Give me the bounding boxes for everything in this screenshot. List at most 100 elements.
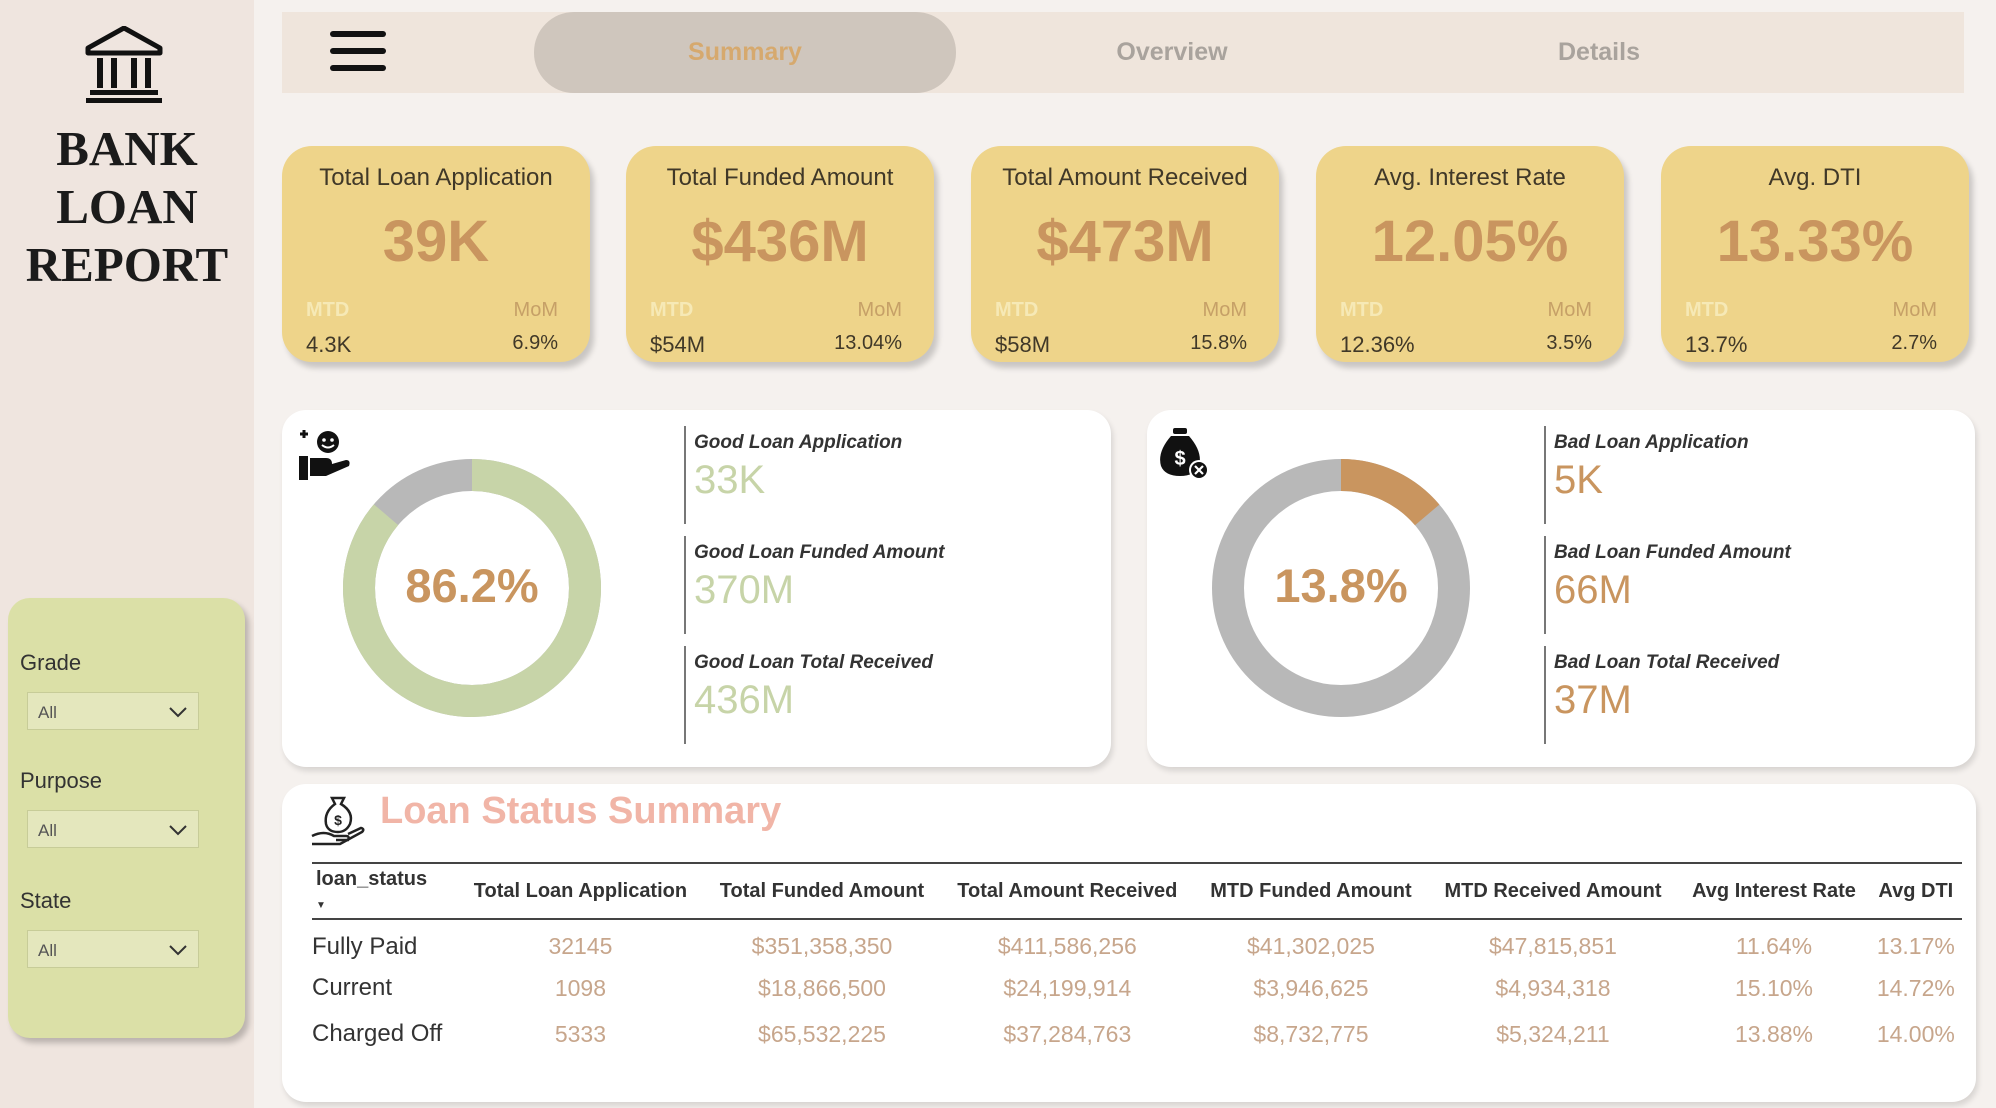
good-loan-received-metric: Good Loan Total Received 436M — [684, 646, 933, 744]
chevron-down-icon — [169, 707, 187, 718]
metric-value: 33K — [694, 458, 766, 502]
chevron-down-icon — [169, 825, 187, 836]
kpi-mtd-label: MTD — [1340, 299, 1384, 321]
kpi-mtd-label: MTD — [650, 299, 694, 321]
kpi-mom-label: MoM — [1547, 299, 1592, 321]
state-filter-select[interactable]: All — [27, 930, 199, 968]
kpi-title: Total Amount Received — [1002, 164, 1248, 191]
kpi-card-total-amount-received: Total Amount Received $473M MTD MoM $58M… — [971, 146, 1279, 362]
money-hand-icon: $ — [311, 796, 365, 846]
column-header[interactable]: MTD Funded Amount — [1194, 862, 1428, 920]
kpi-mtd-label: MTD — [995, 299, 1039, 321]
metric-label: Good Loan Total Received — [694, 652, 933, 673]
column-header[interactable]: Total Funded Amount — [703, 862, 941, 920]
kpi-mom-value: 6.9% — [512, 332, 558, 354]
title-line: BANK — [56, 121, 198, 176]
column-header-loan-status[interactable]: loan_status ▼ — [312, 862, 458, 920]
table-cell: $8,732,775 — [1253, 1020, 1369, 1047]
kpi-mtd-value: 4.3K — [306, 332, 352, 357]
kpi-card-avg-dti: Avg. DTI 13.33% MTD MoM 13.7% 2.7% — [1661, 146, 1969, 362]
loan-status-table: loan_status ▼ Total Loan Application Tota… — [312, 862, 1962, 1057]
top-navigation: Summary Overview Details — [282, 12, 1964, 93]
kpi-title: Avg. Interest Rate — [1374, 164, 1566, 191]
loan-status-summary-panel: $ Loan Status Summary loan_status ▼ Total… — [282, 784, 1976, 1102]
kpi-mom-label: MoM — [857, 299, 902, 321]
table-cell: Current — [312, 974, 393, 1001]
metric-label: Good Loan Funded Amount — [694, 542, 945, 563]
purpose-filter-label: Purpose — [20, 768, 102, 793]
table-cell: Charged Off — [312, 1020, 443, 1047]
column-header[interactable]: Total Loan Application — [457, 862, 704, 920]
bad-loan-percent: 13.8% — [1274, 559, 1408, 612]
metric-value: 370M — [694, 568, 795, 612]
table-cell: $18,866,500 — [758, 974, 886, 1001]
kpi-mtd-label: MTD — [1685, 299, 1729, 321]
bad-loan-panel: $ 13.8% Bad Loan Application 5K Bad Loan… — [1147, 410, 1975, 767]
title-line: REPORT — [25, 237, 229, 292]
tab-overview[interactable]: Overview — [961, 12, 1383, 93]
table-cell: $3,946,625 — [1253, 974, 1369, 1001]
bad-loan-money-bag-icon: $ — [1160, 428, 1209, 480]
table-cell: 1098 — [554, 974, 607, 1001]
table-cell: 5333 — [554, 1020, 607, 1047]
table-cell: 32145 — [548, 933, 613, 959]
bad-loan-funded-metric: Bad Loan Funded Amount 66M — [1544, 536, 1791, 634]
report-title: BANK LOAN REPORT — [0, 120, 254, 294]
grade-filter-label: Grade — [20, 650, 82, 675]
table-cell: $24,199,914 — [1003, 974, 1132, 1001]
table-cell: $5,324,211 — [1496, 1020, 1610, 1047]
metric-label: Good Loan Application — [694, 432, 903, 453]
tab-summary[interactable]: Summary — [534, 12, 956, 93]
filter-panel: Grade All Purpose All State All — [8, 598, 245, 1038]
kpi-card-total-loan-application: Total Loan Application 39K MTD MoM 4.3K … — [282, 146, 590, 362]
sort-desc-icon: ▼ — [316, 900, 326, 911]
purpose-filter-value: All — [38, 821, 57, 840]
metric-label: Bad Loan Application — [1554, 432, 1749, 453]
metric-label: Bad Loan Funded Amount — [1554, 542, 1791, 563]
grade-filter-select[interactable]: All — [27, 692, 199, 730]
kpi-mom-label: MoM — [513, 299, 558, 321]
table-row: Fully Paid 32145 $351,358,350 $411,586,2… — [312, 919, 1962, 965]
table-cell: $4,934,318 — [1495, 974, 1611, 1001]
tab-details[interactable]: Details — [1388, 12, 1810, 93]
chevron-down-icon — [169, 945, 187, 956]
bad-loan-application-metric: Bad Loan Application 5K — [1544, 426, 1749, 524]
kpi-value: $473M — [1036, 209, 1214, 274]
kpi-mtd-value: 12.36% — [1340, 332, 1415, 357]
bad-loan-received-metric: Bad Loan Total Received 37M — [1544, 646, 1779, 744]
purpose-filter-select[interactable]: All — [27, 810, 199, 848]
metric-value: 436M — [694, 678, 795, 722]
kpi-card-total-funded-amount: Total Funded Amount $436M MTD MoM $54M 1… — [626, 146, 934, 362]
title-line: LOAN — [56, 179, 198, 234]
metric-value: 66M — [1554, 568, 1632, 612]
column-header[interactable]: Avg DTI — [1869, 862, 1962, 920]
kpi-title: Avg. DTI — [1768, 164, 1862, 191]
kpi-mom-value: 2.7% — [1891, 332, 1937, 354]
table-cell: 11.64% — [1735, 933, 1813, 959]
column-header[interactable]: Total Amount Received — [940, 862, 1195, 920]
table-cell: 15.10% — [1734, 974, 1813, 1001]
table-cell: $37,284,763 — [1003, 1020, 1132, 1047]
table-cell: 14.72% — [1876, 974, 1955, 1001]
column-header[interactable]: Avg Interest Rate — [1678, 862, 1870, 920]
kpi-mtd-value: $54M — [650, 332, 706, 357]
grade-filter-value: All — [38, 703, 57, 722]
kpi-title: Total Loan Application — [319, 164, 553, 191]
sidebar: BANK LOAN REPORT Grade All Purpose All S… — [0, 0, 254, 1108]
table-cell: 13.17% — [1876, 933, 1955, 959]
column-header[interactable]: MTD Received Amount — [1427, 862, 1679, 920]
good-loan-panel: 86.2% Good Loan Application 33K Good Loa… — [282, 410, 1111, 767]
kpi-mtd-value: 13.7% — [1685, 332, 1748, 357]
metric-label: Bad Loan Total Received — [1554, 652, 1780, 673]
table-cell: $351,358,350 — [751, 933, 893, 959]
table-cell: Fully Paid — [312, 932, 418, 960]
kpi-value: $436M — [691, 209, 869, 274]
svg-text:$: $ — [334, 812, 342, 828]
svg-text:$: $ — [1174, 448, 1185, 470]
kpi-mtd-label: MTD — [306, 299, 350, 321]
good-loan-application-metric: Good Loan Application 33K — [684, 426, 902, 524]
hamburger-menu-icon[interactable] — [330, 31, 386, 77]
table-row: Current 1098 $18,866,500 $24,199,914 $3,… — [312, 965, 1962, 1011]
kpi-mtd-value: $58M — [995, 332, 1051, 357]
table-title: Loan Status Summary — [380, 790, 782, 832]
